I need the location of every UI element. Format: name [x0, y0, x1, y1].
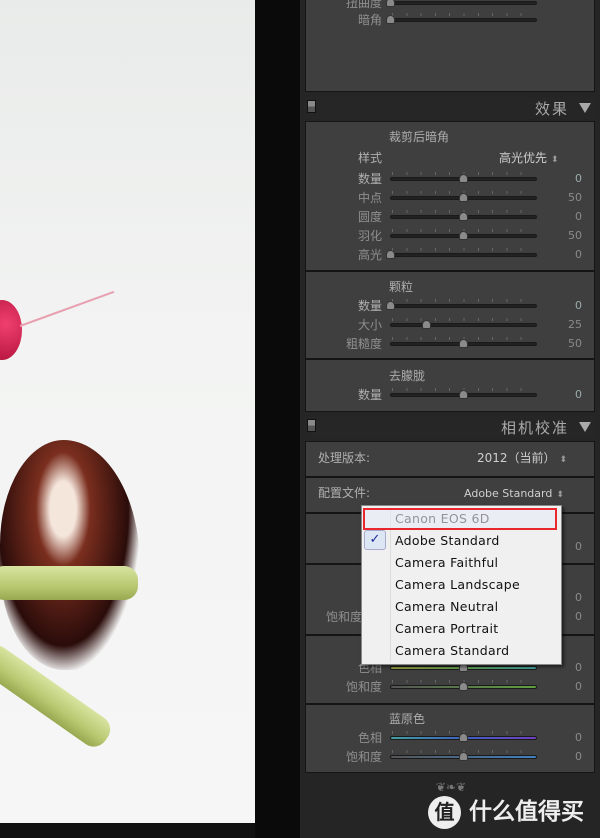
slider-thumb[interactable] — [459, 174, 468, 183]
watermark-logo: 值什么值得买 — [428, 792, 584, 829]
slider-ticks — [392, 318, 535, 321]
slider-label: 数量 — [357, 172, 382, 186]
slider-ticks — [392, 299, 535, 302]
updown-icon: ⬍ — [551, 155, 559, 165]
effects-panel-header[interactable]: 效果 — [305, 97, 595, 119]
slider-label: 高光 — [357, 248, 382, 262]
slider-value[interactable]: 0 — [542, 388, 582, 402]
slider-value[interactable]: 25 — [542, 318, 582, 332]
process-version-select[interactable]: 2012（当前） ⬍ — [477, 451, 567, 467]
slider-thumb[interactable] — [459, 752, 468, 761]
profile-value: Adobe Standard — [464, 487, 553, 500]
slider-thumb[interactable] — [385, 301, 395, 310]
filmstrip-edge — [0, 823, 255, 838]
profile-option[interactable]: Camera Landscape — [395, 577, 520, 593]
profile-option[interactable]: Camera Faithful — [395, 555, 498, 571]
panel-switch-icon[interactable] — [307, 419, 316, 432]
slider-ticks — [392, 248, 535, 251]
menu-separator — [390, 508, 391, 662]
radish-root — [19, 290, 115, 327]
slider-track[interactable] — [390, 304, 537, 308]
slider-value[interactable]: 50 — [542, 191, 582, 205]
slider-label: 扭曲度 — [345, 0, 382, 10]
camera-calibration-panel-header[interactable]: 相机校准 — [305, 416, 595, 438]
section-title: 裁剪后暗角 — [389, 130, 450, 144]
profile-label: 配置文件: — [317, 486, 370, 500]
slider-thumb[interactable] — [385, 15, 395, 24]
slider-value[interactable]: 0 — [542, 680, 582, 694]
slider-value[interactable]: 50 — [542, 229, 582, 243]
section-title: 去朦胧 — [389, 369, 426, 383]
profile-option[interactable]: Camera Standard — [395, 643, 509, 659]
process-label: 处理版本: — [317, 451, 370, 465]
style-label: 样式 — [357, 151, 382, 165]
slider-track[interactable] — [390, 253, 537, 257]
slider-track[interactable] — [390, 18, 537, 22]
slider-label: 饱和度 — [325, 610, 362, 624]
panel-title: 效果 — [534, 100, 569, 118]
slider-thumb[interactable] — [459, 231, 468, 240]
slider-thumb[interactable] — [459, 682, 468, 691]
slider-thumb[interactable] — [459, 339, 468, 348]
slider-label: 暗角 — [357, 13, 382, 27]
watermark-text: 什么值得买 — [469, 799, 584, 825]
slider-value[interactable]: 0 — [542, 750, 582, 764]
radish — [0, 300, 22, 360]
panel-switch-icon[interactable] — [307, 100, 316, 113]
slider-value[interactable]: 50 — [542, 337, 582, 351]
slider-label: 羽化 — [357, 229, 382, 243]
checkmark-icon: ✓ — [364, 530, 386, 550]
slider-thumb[interactable] — [459, 390, 468, 399]
slider-label: 中点 — [357, 191, 382, 205]
photo-preview — [0, 0, 255, 823]
slider-value[interactable]: 0 — [542, 210, 582, 224]
profile-option[interactable]: Camera Portrait — [395, 621, 498, 637]
slider-track[interactable] — [390, 1, 537, 5]
slider-ticks — [392, 13, 535, 16]
highlight-box — [363, 508, 557, 530]
slider-thumb[interactable] — [385, 0, 395, 7]
slider-value[interactable]: 0 — [542, 299, 582, 313]
slider-value[interactable]: 0 — [542, 248, 582, 262]
slider-value[interactable]: 0 — [542, 172, 582, 186]
updown-icon: ⬍ — [556, 490, 564, 500]
slider-label: 大小 — [357, 318, 382, 332]
watermark-badge: 值 — [428, 796, 461, 829]
slider-thumb[interactable] — [459, 733, 468, 742]
slider-label: 圆度 — [357, 210, 382, 224]
style-value: 高光优先 — [499, 151, 548, 165]
slider-thumb[interactable] — [385, 250, 395, 259]
slider-label: 饱和度 — [345, 750, 382, 764]
celery-stick — [0, 566, 138, 600]
collapse-triangle-icon[interactable] — [579, 103, 591, 113]
profile-option[interactable]: Camera Neutral — [395, 599, 498, 615]
slider-label: 粗糙度 — [345, 337, 382, 351]
slider-label: 数量 — [357, 299, 382, 313]
panel-divider — [255, 0, 300, 838]
slider-thumb[interactable] — [459, 212, 468, 221]
collapse-triangle-icon[interactable] — [579, 422, 591, 432]
dehaze-section — [305, 359, 595, 412]
slider-thumb[interactable] — [459, 193, 468, 202]
slider-track[interactable] — [390, 323, 537, 327]
chocolate-smear — [0, 440, 140, 670]
updown-icon: ⬍ — [559, 455, 568, 465]
slider-value[interactable]: 0 — [542, 731, 582, 745]
slider-label: 色相 — [357, 731, 382, 745]
process-value: 2012（当前） — [477, 451, 556, 465]
slider-label: 数量 — [357, 388, 382, 402]
slider-label: 饱和度 — [345, 680, 382, 694]
profile-option[interactable]: Adobe Standard — [395, 533, 500, 549]
section-title: 颗粒 — [389, 280, 414, 294]
style-select[interactable]: 高光优先 ⬍ — [499, 151, 559, 167]
profile-select[interactable]: Adobe Standard ⬍ — [464, 487, 564, 502]
panel-title: 相机校准 — [500, 419, 569, 437]
section-title: 蓝原色 — [389, 712, 426, 726]
slider-thumb[interactable] — [422, 320, 432, 329]
